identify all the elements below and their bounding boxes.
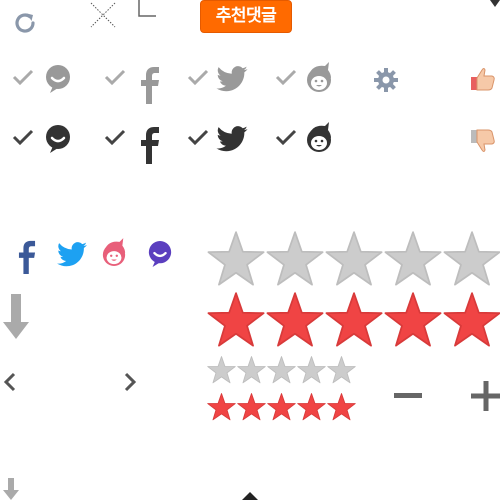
- person-icon[interactable]: [305, 122, 333, 154]
- check-icon: [12, 68, 34, 86]
- twitter-icon[interactable]: [216, 126, 248, 152]
- chevron-right-icon[interactable]: [122, 372, 138, 392]
- check-icon: [104, 68, 126, 86]
- star-filled-large[interactable]: [443, 292, 500, 350]
- star-empty-large[interactable]: [325, 231, 383, 289]
- star-filled-small[interactable]: [237, 393, 266, 422]
- person-icon[interactable]: [101, 238, 127, 268]
- corner-bracket-icon: [138, 0, 158, 18]
- gear-icon[interactable]: [373, 67, 399, 93]
- star-empty-small[interactable]: [267, 356, 296, 385]
- star-filled-large[interactable]: [325, 292, 383, 350]
- check-icon: [12, 128, 34, 146]
- caret-up-icon: [490, 0, 500, 8]
- star-empty-large[interactable]: [443, 231, 500, 289]
- caret-up-icon: [242, 490, 258, 500]
- recommended-comments-badge: 추천댓글: [200, 0, 292, 33]
- plus-icon[interactable]: [471, 381, 500, 411]
- arrow-down-icon[interactable]: [3, 294, 29, 340]
- twitter-icon[interactable]: [216, 66, 248, 92]
- talk-icon[interactable]: [44, 124, 72, 154]
- talk-icon[interactable]: [44, 64, 72, 94]
- star-filled-small[interactable]: [327, 393, 356, 422]
- chevron-left-icon[interactable]: [2, 372, 18, 392]
- star-filled-small[interactable]: [207, 393, 236, 422]
- refresh-icon[interactable]: [12, 10, 38, 36]
- star-empty-large[interactable]: [266, 231, 324, 289]
- arrow-down-icon[interactable]: [3, 478, 19, 500]
- star-empty-small[interactable]: [297, 356, 326, 385]
- twitter-icon[interactable]: [57, 242, 87, 267]
- star-empty-small[interactable]: [207, 356, 236, 385]
- check-icon: [187, 128, 209, 146]
- star-empty-small[interactable]: [327, 356, 356, 385]
- star-empty-large[interactable]: [207, 231, 265, 289]
- star-empty-large[interactable]: [384, 231, 442, 289]
- star-filled-small[interactable]: [297, 393, 326, 422]
- star-filled-small[interactable]: [267, 393, 296, 422]
- facebook-icon[interactable]: [18, 240, 36, 274]
- star-filled-large[interactable]: [207, 292, 265, 350]
- check-icon: [187, 68, 209, 86]
- star-filled-large[interactable]: [384, 292, 442, 350]
- star-empty-small[interactable]: [237, 356, 266, 385]
- check-icon: [104, 128, 126, 146]
- check-icon: [275, 128, 297, 146]
- thumbs-up-icon[interactable]: [470, 66, 496, 92]
- talk-icon[interactable]: [147, 240, 173, 268]
- person-icon[interactable]: [305, 62, 333, 94]
- check-icon: [275, 68, 297, 86]
- facebook-icon[interactable]: [140, 126, 160, 164]
- thumbs-down-icon[interactable]: [470, 128, 496, 154]
- star-filled-large[interactable]: [266, 292, 324, 350]
- facebook-icon[interactable]: [140, 66, 160, 104]
- close-icon[interactable]: [89, 1, 117, 29]
- minus-icon[interactable]: [394, 393, 422, 399]
